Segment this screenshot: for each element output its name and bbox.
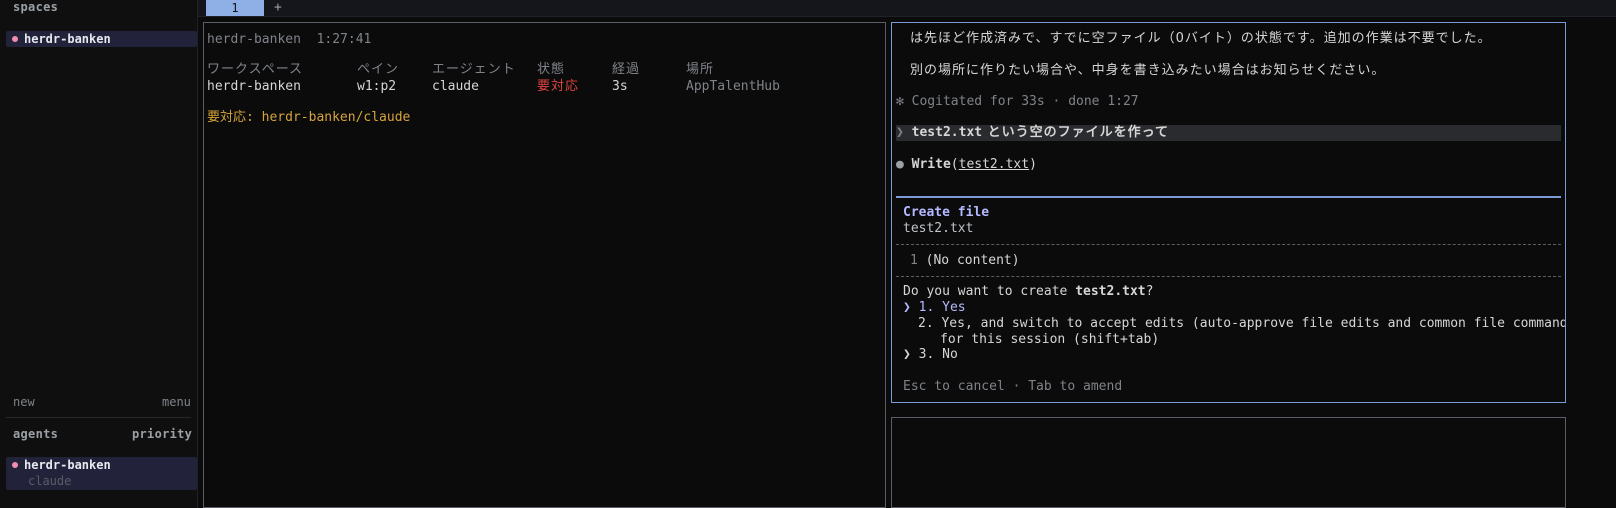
selection-chevron-icon: ❯ — [903, 300, 911, 315]
row-pane: w1:p2 — [357, 79, 397, 94]
assistant-message-2: 別の場所に作りたい場合や、中身を書き込みたい場合はお知らせください。 — [910, 63, 1386, 78]
option-yes[interactable]: ❯ 1. Yes — [903, 300, 966, 316]
dialog-top-border — [896, 196, 1561, 198]
prompt-file: test2.txt — [911, 125, 983, 140]
create-file-title: Create file — [903, 205, 990, 220]
col-header-agent: エージェント — [432, 62, 516, 77]
pane-title: herdr-banken 1:27:41 — [207, 32, 372, 47]
menu-button[interactable]: menu — [162, 395, 191, 409]
cogitated-text: Cogitated for 33s · done 1:27 — [911, 94, 1139, 109]
cogitated-line: ✻ Cogitated for 33s · done 1:27 — [896, 94, 1139, 110]
right-pane-claude[interactable]: は先ほど作成済みで、すでに空ファイル（0バイト）の状態です。追加の作業は不要でし… — [891, 22, 1566, 403]
prompt-text: という空のファイルを作って — [982, 125, 1169, 140]
option-no-label: 3. No — [918, 347, 958, 362]
dashed-divider-top — [896, 244, 1561, 245]
new-button[interactable]: new — [13, 395, 35, 409]
col-header-workspace: ワークスペース — [207, 62, 304, 77]
question-prefix: Do you want to create — [903, 284, 1076, 299]
col-header-status: 状態 — [537, 62, 566, 77]
row-workspace[interactable]: herdr-banken — [207, 79, 301, 95]
tool-name: Write — [911, 157, 951, 172]
user-prompt: ❯ test2.txt という空のファイルを作って — [896, 125, 1169, 141]
sparkle-icon: ✻ — [896, 94, 904, 109]
col-header-pane: ペイン — [357, 62, 400, 77]
assistant-message-1: は先ほど作成済みで、すでに空ファイル（0バイト）の状態です。追加の作業は不要でし… — [910, 31, 1492, 46]
space-label: herdr-banken — [24, 32, 111, 46]
option-yes-label: 1. Yes — [918, 300, 966, 315]
question-file: test2.txt — [1075, 284, 1146, 299]
agent-sub-label: claude — [28, 474, 72, 488]
agent-status-dot-icon — [12, 462, 18, 468]
col-header-location: 場所 — [686, 62, 715, 77]
space-item-herdr-banken[interactable]: herdr-banken — [6, 31, 197, 47]
line-content: (No content) — [925, 253, 1020, 268]
row-location: AppTalentHub — [686, 79, 780, 94]
tool-call-line: ● Write(test2.txt) — [896, 157, 1037, 172]
col-header-elapsed: 経過 — [612, 62, 641, 77]
sidebar: spaces herdr-banken new menu agents prio… — [0, 0, 198, 508]
prompt-chevron-icon: ❯ — [896, 125, 904, 140]
sidebar-divider — [6, 417, 191, 418]
create-file-name: test2.txt — [903, 221, 974, 236]
row-elapsed: 3s — [612, 79, 628, 94]
agents-header: agents — [13, 427, 59, 441]
tool-arg: test2.txt — [958, 157, 1030, 172]
agent-item-herdr-banken[interactable]: herdr-banken claude — [6, 457, 197, 490]
priority-label[interactable]: priority — [132, 427, 192, 441]
option-yes-accept-edits-cont: for this session (shift+tab) — [940, 332, 1160, 347]
agent-label: herdr-banken — [24, 458, 111, 472]
right-pane-bottom[interactable] — [891, 417, 1566, 508]
dialog-footer: Esc to cancel · Tab to amend — [903, 379, 1123, 394]
status-dot-icon — [12, 36, 18, 42]
option-no[interactable]: ❯ 3. No — [903, 347, 958, 363]
bullet-icon: ● — [896, 157, 904, 172]
option-yes-accept-edits[interactable]: 2. Yes, and switch to accept edits (auto… — [918, 316, 1565, 332]
dashed-divider-bottom — [896, 276, 1561, 277]
left-pane[interactable]: herdr-banken 1:27:41 ワークスペース ペイン エージェント … — [203, 22, 886, 508]
option-no-chevron-icon: ❯ — [903, 347, 911, 362]
add-tab-button[interactable]: + — [274, 0, 282, 16]
tab-bar: 1 + — [198, 0, 1616, 17]
file-preview-line: 1 (No content) — [910, 253, 1020, 269]
alert-line[interactable]: 要対応: herdr-banken/claude — [207, 110, 410, 126]
line-number: 1 — [910, 253, 918, 268]
confirm-question: Do you want to create test2.txt? — [903, 284, 1153, 300]
row-status-badge: 要対応 — [537, 79, 580, 94]
question-suffix: ? — [1145, 284, 1154, 299]
row-agent: claude — [432, 79, 479, 94]
tab-1[interactable]: 1 — [206, 0, 264, 16]
spaces-header: spaces — [13, 0, 59, 14]
